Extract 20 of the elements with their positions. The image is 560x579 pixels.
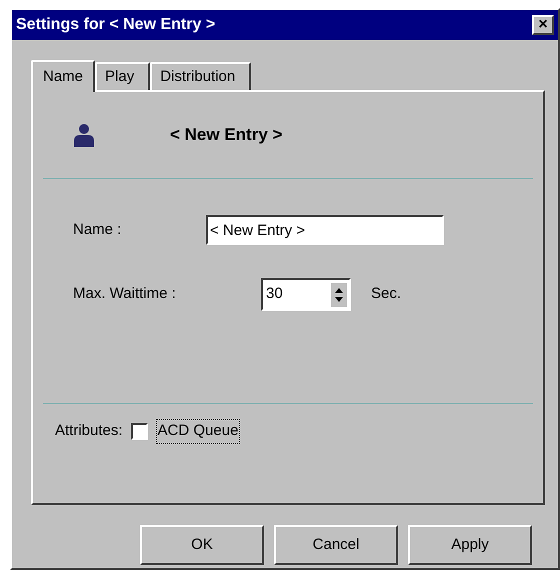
dialog-button[interactable]: Cancel: [274, 525, 398, 565]
name-label: Name :: [73, 220, 122, 240]
attributes-label: Attributes:: [55, 421, 123, 441]
name-input[interactable]: < New Entry >: [206, 215, 444, 245]
entry-heading: < New Entry >: [170, 124, 282, 146]
acd-queue-checkbox[interactable]: [130, 422, 148, 440]
dialog-button[interactable]: OK: [140, 525, 264, 565]
waittime-label: Max. Waittime :: [73, 284, 177, 304]
person-icon: [73, 123, 95, 147]
waittime-spinner[interactable]: 30: [261, 278, 351, 311]
close-button[interactable]: ×: [532, 15, 554, 35]
spin-arrows-icon[interactable]: [331, 282, 347, 306]
dialog-button[interactable]: Apply: [408, 525, 532, 565]
tab[interactable]: Distribution: [150, 62, 252, 90]
tab[interactable]: Play: [95, 62, 150, 90]
window-title: Settings for < New Entry >: [16, 15, 216, 35]
acd-queue-label[interactable]: ACD Queue: [156, 419, 240, 444]
waittime-value: 30: [265, 284, 283, 304]
seconds-unit: Sec.: [371, 284, 402, 304]
tab[interactable]: Name: [31, 60, 96, 92]
